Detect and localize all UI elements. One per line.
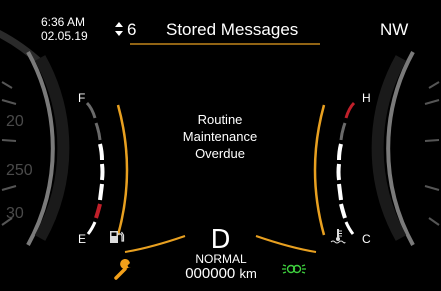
maintenance-alert: Routine Maintenance Overdue — [156, 111, 284, 162]
coolant-temperature-icon — [330, 229, 346, 244]
menu-title: Stored Messages — [166, 20, 299, 39]
instrument-cluster-display: 20 250 30 6:36 AM 02.05.19 6 Stored Mess… — [0, 0, 441, 291]
speedometer-number-middle: 250 — [6, 162, 33, 179]
gear-indicator: D — [210, 225, 231, 255]
fuel-gauge-segments — [85, 101, 105, 235]
right-dial-ticks — [424, 81, 440, 226]
alert-line-1: Routine — [197, 112, 243, 127]
fuel-amber-arc — [116, 104, 129, 236]
left-dial-ticks — [1, 81, 17, 226]
alert-line-2: Maintenance — [182, 129, 258, 144]
clock-time: 6:36 AM — [41, 15, 86, 29]
alert-line-3: Overdue — [195, 146, 245, 161]
temp-cold-label: C — [362, 232, 371, 246]
temp-gauge-segments — [336, 101, 356, 235]
fuel-empty-label: E — [78, 232, 87, 246]
bottom-left-curve — [124, 235, 186, 253]
compass-heading: NW — [380, 20, 409, 39]
speedometer-number-upper: 20 — [6, 113, 24, 130]
temp-amber-arc — [313, 104, 326, 236]
odometer-unit: km — [239, 266, 257, 281]
odometer-value: 000000 — [185, 265, 236, 282]
fuel-full-label: F — [78, 91, 86, 105]
up-down-arrows-icon[interactable] — [114, 21, 124, 37]
wrench-icon — [114, 259, 131, 280]
drive-mode: NORMAL — [195, 252, 247, 266]
clock-date: 02.05.19 — [41, 29, 88, 43]
message-count: 6 — [127, 20, 137, 39]
odometer: 000000 km — [171, 265, 271, 282]
speedometer-number-lower: 30 — [6, 205, 24, 222]
parking-lights-icon — [282, 264, 306, 274]
bottom-right-curve — [255, 235, 317, 253]
fuel-pump-icon — [110, 231, 125, 243]
temp-hot-label: H — [362, 91, 371, 105]
